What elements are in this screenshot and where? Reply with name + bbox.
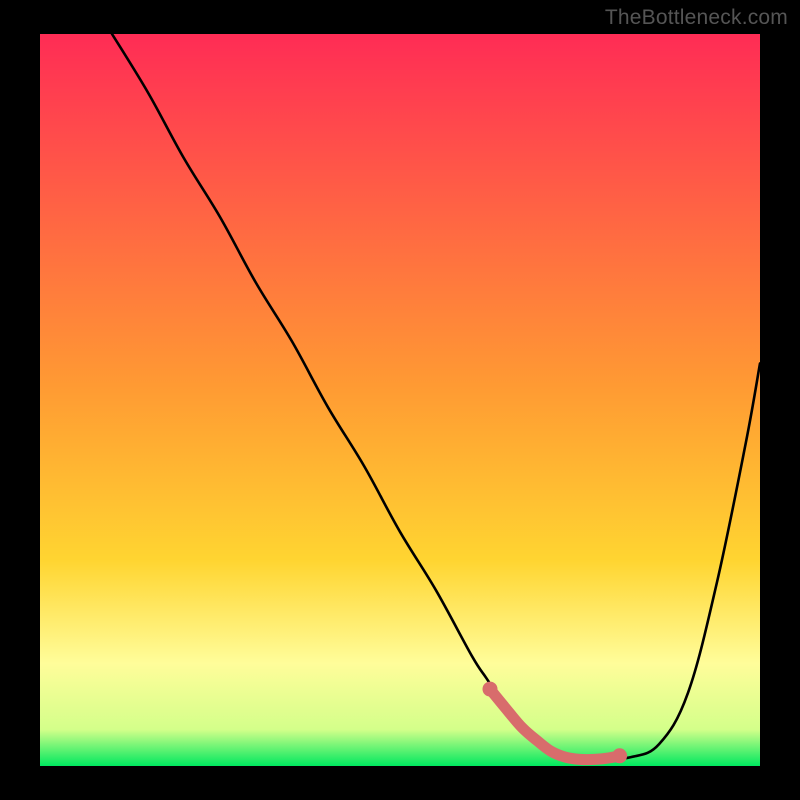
chart-plot [40,34,760,766]
highlight-endpoint-1 [612,748,627,763]
chart-frame: TheBottleneck.com [0,0,800,800]
watermark-label: TheBottleneck.com [605,6,788,30]
highlight-endpoint-0 [483,682,498,697]
chart-svg [40,34,760,766]
gradient-background [40,34,760,766]
